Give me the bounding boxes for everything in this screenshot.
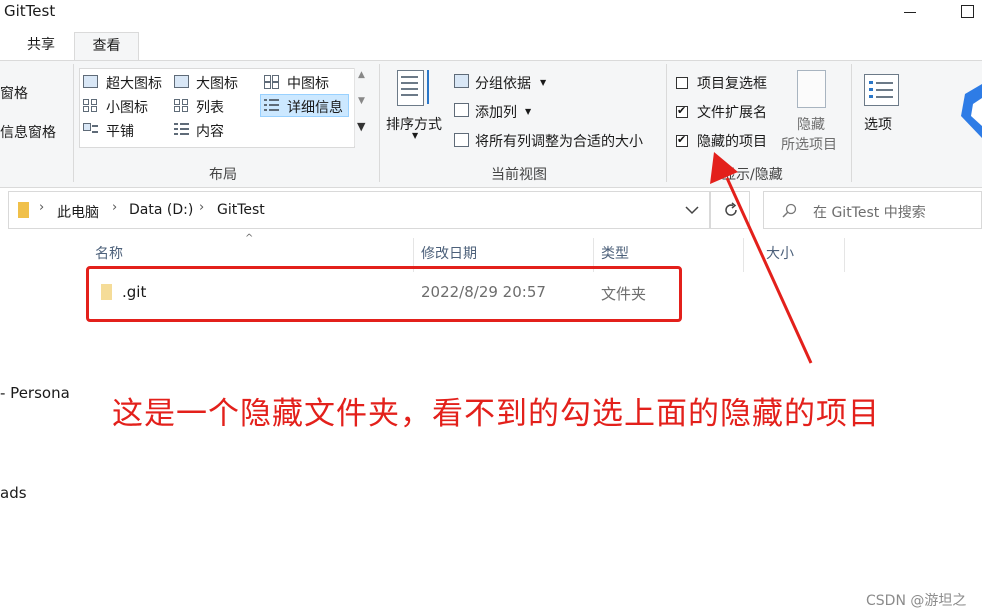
folder-icon — [18, 202, 29, 218]
chevron-right-icon[interactable]: › — [199, 200, 204, 215]
scroll-down-icon[interactable]: ▼ — [358, 96, 365, 106]
extra-large-icons-icon — [83, 75, 98, 88]
chevron-right-icon[interactable]: › — [39, 200, 44, 215]
sort-by-dropdown-icon: ▼ — [412, 131, 419, 140]
layout-extra-large-icons[interactable]: 超大图标 — [106, 73, 162, 93]
breadcrumb-drive[interactable]: Data (D:) — [129, 202, 193, 218]
shield-logo-icon — [961, 84, 982, 138]
chevron-down-icon[interactable] — [685, 205, 699, 215]
maximize-button[interactable] — [956, 2, 980, 22]
ribbon-divider — [666, 64, 667, 182]
options-button[interactable]: 选项 — [864, 114, 892, 134]
hide-selected-items-line1[interactable]: 隐藏 — [797, 114, 825, 134]
navigation-pane: - Persona ads — [0, 233, 72, 615]
sort-by-icon — [397, 70, 433, 108]
search-placeholder: 在 GitTest 中搜索 — [813, 205, 926, 221]
ribbon-divider — [851, 64, 852, 182]
group-by-icon — [454, 74, 469, 88]
hide-selected-icon — [797, 70, 826, 108]
small-icons-icon — [83, 99, 98, 112]
layout-large-icons[interactable]: 大图标 — [196, 73, 238, 93]
tiles-icon — [83, 123, 98, 136]
sort-ascending-icon: ^ — [245, 233, 254, 244]
layout-gallery-scroll[interactable]: ▲ ▼ ▼ — [354, 68, 369, 146]
chevron-right-icon[interactable]: › — [112, 200, 117, 215]
group-by-button[interactable]: 分组依据 — [475, 73, 531, 93]
file-name-extensions-label[interactable]: 文件扩展名 — [697, 102, 767, 122]
nav-item-personal[interactable]: - Persona — [0, 384, 70, 402]
details-view-icon — [264, 99, 279, 112]
annotation-text: 这是一个隐藏文件夹，看不到的勾选上面的隐藏的项目 — [112, 396, 880, 432]
size-columns-icon — [454, 133, 469, 147]
layout-small-icons[interactable]: 小图标 — [106, 97, 148, 117]
tab-share[interactable]: 共享 — [10, 32, 72, 60]
layout-medium-icons[interactable]: 中图标 — [287, 73, 329, 93]
size-all-columns-button[interactable]: 将所有列调整为合适的大小 — [475, 131, 643, 151]
watermark: CSDN @游坦之 — [866, 593, 967, 609]
layout-details[interactable]: 详细信息 — [287, 97, 343, 117]
minimize-button[interactable] — [898, 2, 922, 22]
annotation-highlight-box — [86, 266, 682, 322]
column-divider[interactable] — [844, 238, 845, 272]
ribbon-divider — [73, 64, 74, 182]
annotation-arrow — [710, 152, 813, 364]
medium-icons-icon — [264, 75, 279, 89]
item-checkboxes-checkbox[interactable] — [676, 77, 688, 89]
options-icon — [864, 74, 899, 106]
layout-group-label: 布局 — [209, 167, 237, 183]
current-view-group-label: 当前视图 — [491, 167, 547, 183]
list-view-icon — [174, 99, 189, 112]
add-columns-button[interactable]: 添加列 — [475, 102, 517, 122]
expand-gallery-icon[interactable]: ▼ — [357, 120, 365, 133]
tab-view[interactable]: 查看 — [74, 32, 139, 62]
layout-content[interactable]: 内容 — [196, 121, 224, 141]
layout-tiles[interactable]: 平铺 — [106, 121, 134, 141]
group-by-dropdown-icon: ▼ — [540, 78, 547, 87]
content-view-icon — [174, 123, 189, 136]
breadcrumb-current-folder[interactable]: GitTest — [217, 202, 265, 218]
item-checkboxes-label[interactable]: 项目复选框 — [697, 73, 767, 93]
nav-item-downloads[interactable]: ads — [0, 484, 27, 502]
scroll-up-icon[interactable]: ▲ — [358, 70, 365, 80]
layout-list[interactable]: 列表 — [196, 97, 224, 117]
hidden-items-label[interactable]: 隐藏的项目 — [697, 131, 767, 151]
navigation-pane-button[interactable]: 窗格 — [0, 83, 28, 103]
ribbon-divider — [379, 64, 380, 182]
file-name-extensions-checkbox[interactable] — [676, 104, 688, 118]
large-icons-icon — [174, 75, 189, 88]
hidden-items-checkbox[interactable] — [676, 133, 688, 147]
add-columns-dropdown-icon: ▼ — [525, 107, 532, 116]
breadcrumb-this-pc[interactable]: 此电脑 — [57, 202, 99, 222]
title-bar: GitTest — [0, 0, 982, 28]
add-columns-icon — [454, 103, 469, 117]
details-pane-button[interactable]: 信息窗格 — [0, 122, 56, 142]
address-bar[interactable]: › 此电脑 › Data (D:) › GitTest — [8, 191, 710, 229]
window-title: GitTest — [4, 2, 56, 20]
